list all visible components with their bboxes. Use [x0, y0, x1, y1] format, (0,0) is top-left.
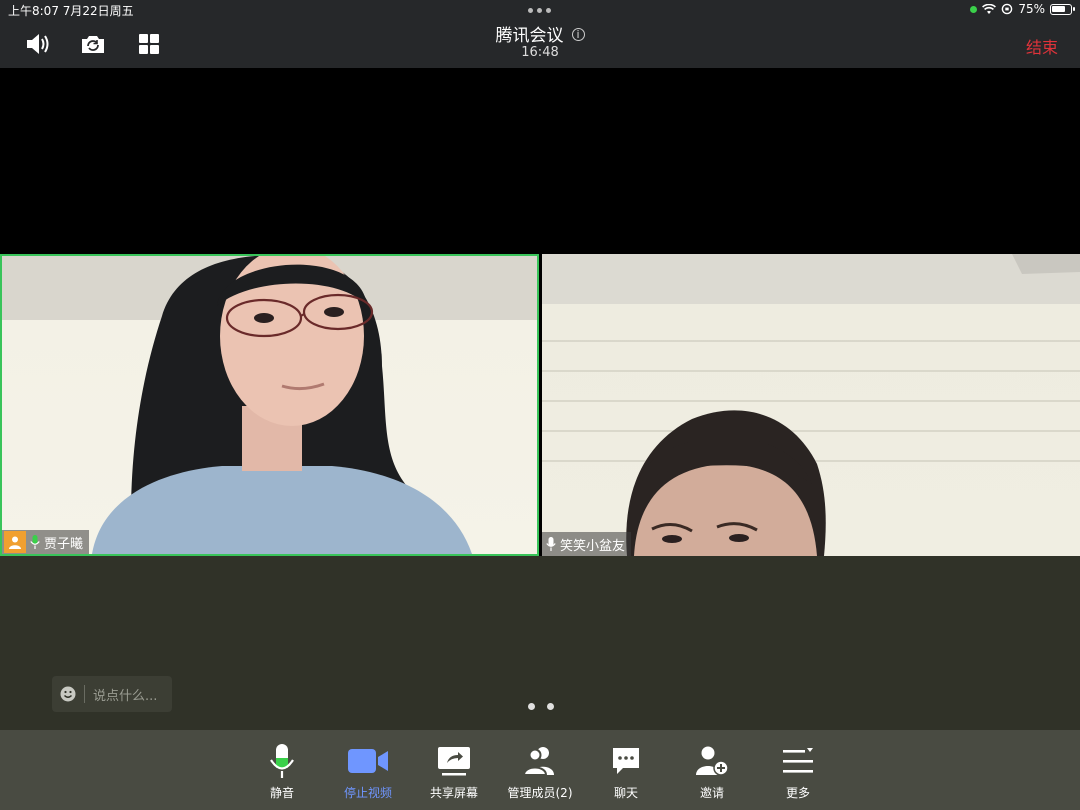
share-screen-icon: [438, 747, 470, 776]
video-stage-top: [0, 68, 1080, 254]
mic-icon: [30, 535, 40, 549]
page-dot[interactable]: [547, 703, 554, 710]
battery-percent: 75%: [1018, 2, 1045, 16]
invite-button[interactable]: 邀请: [672, 742, 752, 801]
participant-name: 笑笑小盆友: [560, 538, 626, 554]
video-tile-host[interactable]: 贾子曦: [0, 254, 539, 556]
video-camera-icon: [348, 749, 388, 773]
more-menu-icon: [783, 748, 813, 773]
bottom-toolbar: 静音 停止视频 共享屏幕 管理成员(2) 聊天 邀请 更多: [0, 730, 1080, 810]
status-time-date: 上午8:07 7月22日周五: [8, 4, 134, 18]
page-dot[interactable]: [528, 703, 535, 710]
participant-name-tag: 笑笑小盆友: [542, 532, 632, 556]
members-icon: [522, 747, 554, 776]
status-indicators: 75%: [970, 2, 1075, 16]
page-indicator[interactable]: [528, 703, 554, 710]
window-handle[interactable]: [528, 8, 551, 13]
share-screen-button[interactable]: 共享屏幕: [414, 742, 494, 801]
end-meeting-button[interactable]: 结束: [1026, 34, 1058, 58]
chat-bubble-icon: [613, 748, 639, 774]
info-icon[interactable]: i: [571, 28, 585, 41]
meeting-timer: 16:48: [521, 45, 559, 60]
more-button[interactable]: 更多: [758, 742, 838, 801]
emoji-icon[interactable]: [60, 686, 76, 702]
mute-button[interactable]: 静音: [242, 742, 322, 801]
wifi-icon: [982, 3, 997, 14]
add-user-icon: [696, 746, 729, 776]
stop-video-button[interactable]: 停止视频: [328, 742, 408, 801]
stop-video-label: 停止视频: [343, 786, 392, 800]
mute-label: 静音: [269, 786, 294, 800]
chat-button[interactable]: 聊天: [586, 742, 666, 801]
battery-icon: [1050, 3, 1075, 15]
mic-icon: [270, 744, 294, 778]
meeting-title[interactable]: 腾讯会议 i: [0, 21, 1080, 46]
participant-name: 贾子曦: [44, 536, 84, 552]
mic-icon: [546, 537, 556, 551]
participant-video-feed: [92, 256, 472, 554]
participant-name-tag: 贾子曦: [2, 530, 90, 554]
chat-label: 聊天: [613, 786, 638, 800]
chat-placeholder: 说点什么...: [93, 688, 158, 704]
top-bar: 上午8:07 7月22日周五 75% 腾讯会议 i 16:48 结束: [0, 0, 1080, 68]
more-label: 更多: [785, 786, 810, 800]
chat-input[interactable]: 说点什么...: [52, 676, 172, 712]
meeting-title-text: 腾讯会议: [495, 26, 564, 46]
manage-members-button[interactable]: 管理成员(2): [500, 742, 580, 801]
video-tile-participant[interactable]: 笑笑小盆友: [542, 254, 1080, 556]
participant-video-feed: [626, 254, 1080, 556]
invite-label: 邀请: [699, 786, 724, 800]
manage-members-label: 管理成员(2): [507, 786, 573, 800]
orientation-lock-icon: [1002, 3, 1013, 15]
privacy-indicator-icon: [970, 5, 978, 13]
share-screen-label: 共享屏幕: [429, 786, 478, 800]
host-avatar-icon: [4, 531, 26, 553]
